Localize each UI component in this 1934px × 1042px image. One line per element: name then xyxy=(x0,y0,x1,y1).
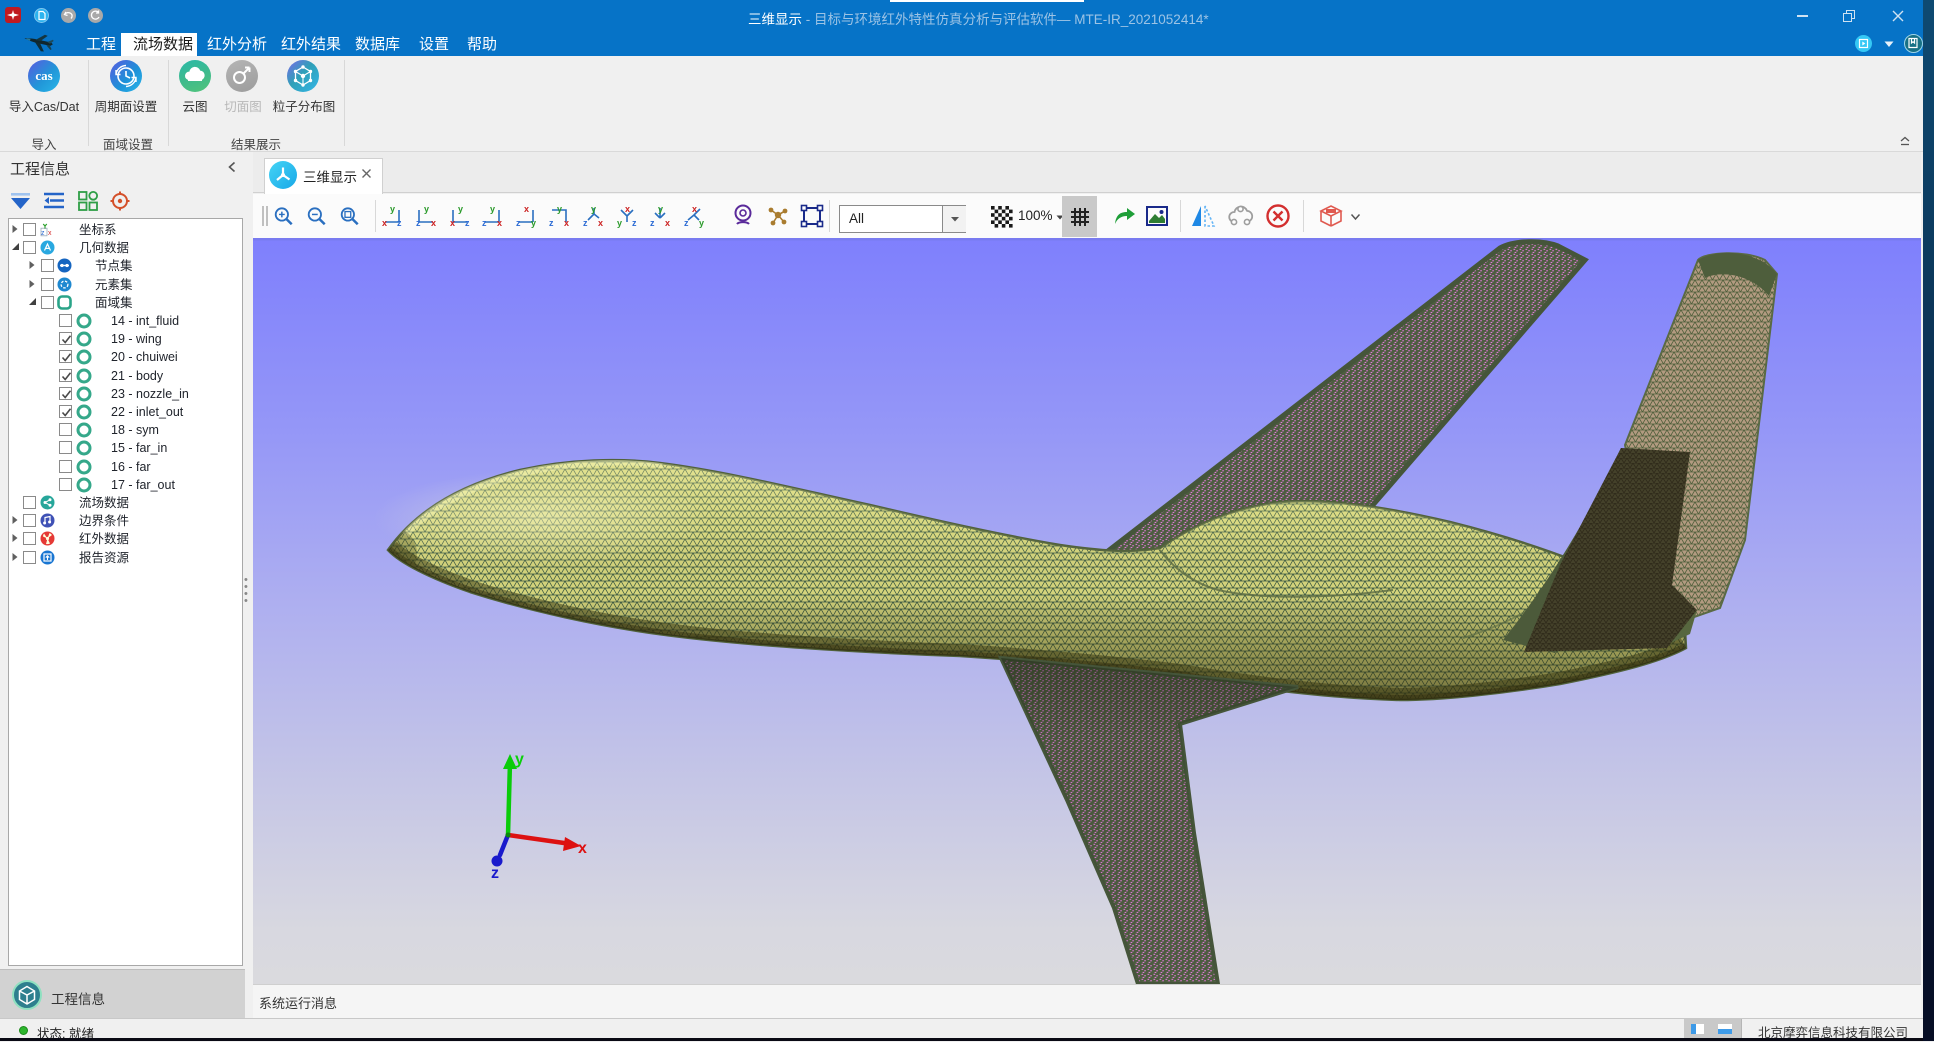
svg-text:z: z xyxy=(482,218,487,228)
svg-text:y: y xyxy=(591,204,596,214)
svg-text:z: z xyxy=(549,218,554,228)
svg-text:x: x xyxy=(625,204,630,214)
svg-text:x: x xyxy=(524,204,529,214)
svg-text:z: z xyxy=(516,218,521,228)
svg-text:x: x xyxy=(692,204,697,214)
svg-text:z: z xyxy=(465,218,470,228)
svg-text:y: y xyxy=(531,218,536,228)
svg-text:y: y xyxy=(390,204,395,214)
svg-text:x: x xyxy=(578,840,587,857)
svg-text:y: y xyxy=(699,218,704,228)
svg-text:x: x xyxy=(48,230,52,237)
svg-text:y: y xyxy=(617,218,622,228)
svg-text:y: y xyxy=(458,204,463,214)
svg-text:z: z xyxy=(416,218,421,228)
svg-text:x: x xyxy=(665,218,670,228)
svg-text:x: x xyxy=(450,218,455,228)
svg-text:z: z xyxy=(583,218,588,228)
svg-text:z: z xyxy=(632,218,637,228)
svg-text:x: x xyxy=(564,218,569,228)
svg-text:y: y xyxy=(490,204,495,214)
svg-text:z: z xyxy=(491,865,499,882)
svg-text:x: x xyxy=(497,218,502,228)
svg-text:y: y xyxy=(424,204,429,214)
svg-text:z: z xyxy=(397,218,402,228)
svg-text:x: x xyxy=(598,218,603,228)
svg-text:y: y xyxy=(658,204,663,214)
svg-text:z: z xyxy=(650,218,655,228)
svg-text:y: y xyxy=(515,751,524,768)
svg-text:z: z xyxy=(684,218,689,228)
svg-text:x: x xyxy=(431,218,436,228)
svg-text:x: x xyxy=(382,218,387,228)
svg-text:y: y xyxy=(557,204,562,214)
